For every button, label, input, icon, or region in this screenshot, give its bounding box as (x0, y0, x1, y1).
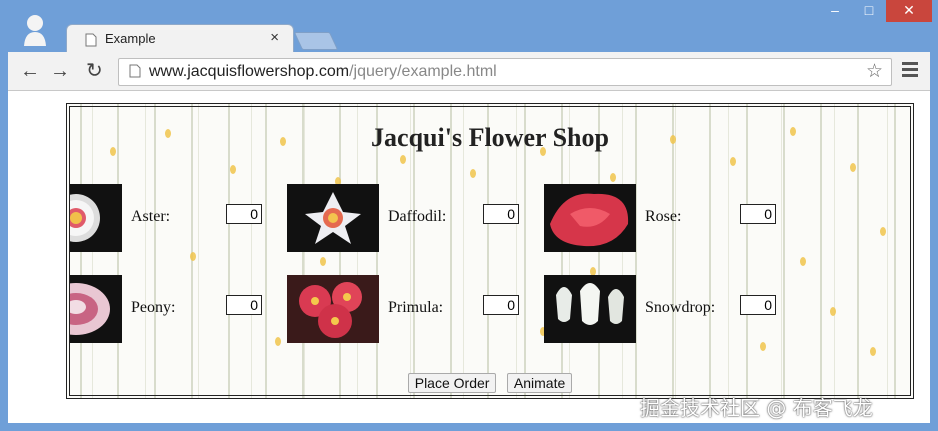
product-rose: Rose: (544, 184, 792, 254)
url-path: /jquery/example.html (349, 63, 497, 80)
product-snowdrop: Snowdrop: (544, 275, 792, 345)
forward-icon[interactable]: → (50, 61, 70, 81)
tab-close-icon[interactable]: × (270, 29, 279, 46)
product-primula: Primula: (287, 275, 535, 345)
product-label: Daffodil: (388, 208, 447, 225)
url-text: www.jacquisflowershop.com/jquery/example… (149, 63, 497, 81)
rose-image (544, 184, 636, 252)
product-label: Primula: (388, 299, 444, 316)
new-tab-button[interactable] (293, 32, 339, 50)
bookmark-star-icon[interactable]: ☆ (866, 60, 883, 83)
aster-image (70, 184, 122, 252)
shop-title: Jacqui's Flower Shop (371, 123, 609, 152)
quantity-input[interactable] (483, 204, 519, 224)
quantity-input[interactable] (740, 295, 776, 315)
page-viewport: Jacqui's Flower Shop Aster: 0 Daffodil: … (8, 91, 930, 423)
watermark-text: 掘金技术社区 @ 布客飞龙 (640, 396, 873, 420)
primula-image (287, 275, 379, 343)
url-host: www.jacquisflowershop.com (149, 63, 350, 80)
back-icon[interactable]: ← (20, 61, 40, 81)
minimize-button[interactable]: – (820, 0, 850, 22)
product-label: Snowdrop: (645, 299, 716, 316)
product-daffodil: Daffodil: (287, 184, 535, 254)
animate-button[interactable]: Animate (506, 373, 573, 393)
peony-image (70, 275, 122, 343)
reload-icon[interactable]: ↻ (86, 61, 103, 81)
address-bar[interactable]: www.jacquisflowershop.com/jquery/example… (118, 58, 892, 86)
product-peony: Peony: (70, 275, 278, 345)
daffodil-image (287, 184, 379, 252)
product-aster: Aster: (70, 184, 278, 254)
close-window-button[interactable]: ✕ (886, 0, 932, 22)
page-icon (85, 33, 97, 47)
browser-tab[interactable]: Example × (66, 24, 294, 53)
user-profile-icon[interactable] (22, 12, 48, 46)
menu-icon[interactable] (902, 62, 918, 78)
quantity-input[interactable] (740, 204, 776, 224)
quantity-input[interactable] (483, 295, 519, 315)
browser-toolbar: ← → ↻ www.jacquisflowershop.com/jquery/e… (8, 52, 930, 91)
quantity-input[interactable] (226, 204, 262, 224)
flower-shop-panel: Jacqui's Flower Shop Aster: 0 Daffodil: … (66, 103, 914, 399)
snowdrop-image (544, 275, 636, 343)
product-label: Rose: (645, 208, 682, 225)
product-label: Aster: (131, 208, 171, 225)
place-order-button[interactable]: Place Order (407, 373, 497, 393)
maximize-button[interactable]: □ (854, 0, 884, 22)
quantity-input[interactable] (226, 295, 262, 315)
tab-title: Example (105, 31, 156, 46)
product-label: Peony: (131, 299, 176, 316)
action-buttons: Place Order Animate (70, 373, 910, 393)
page-icon (129, 64, 141, 78)
title-bar: Example × – □ ✕ (0, 0, 938, 53)
